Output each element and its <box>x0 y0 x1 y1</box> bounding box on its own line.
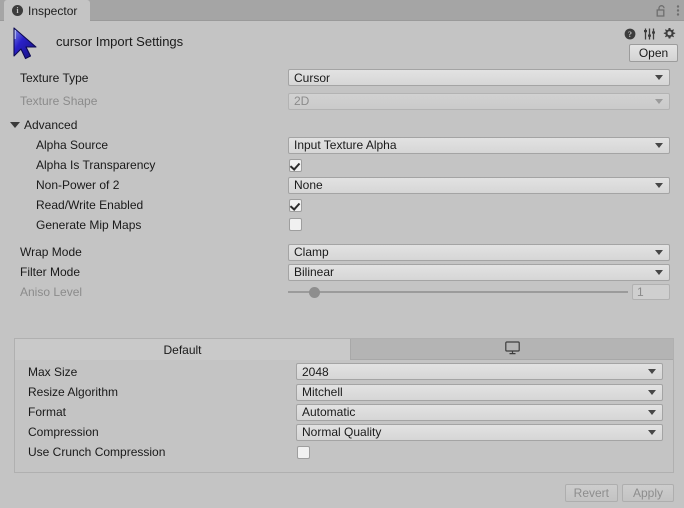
page-title: cursor Import Settings <box>56 34 184 49</box>
chevron-down-icon <box>655 75 663 80</box>
label-compression: Compression <box>28 425 99 439</box>
label-generate-mip-maps: Generate Mip Maps <box>36 218 142 232</box>
tab-default[interactable]: Default <box>15 339 351 360</box>
platform-rows: Max Size 2048 Resize Algorithm Mitchell … <box>15 361 673 462</box>
label-alpha-source: Alpha Source <box>36 138 109 152</box>
row-alpha-is-transparency: Alpha Is Transparency <box>0 155 684 175</box>
tab-inspector-label: Inspector <box>28 3 78 18</box>
chevron-down-icon <box>655 142 663 148</box>
apply-button[interactable]: Apply <box>622 484 674 502</box>
label-wrap-mode: Wrap Mode <box>20 245 82 259</box>
dropdown-alpha-source[interactable]: Input Texture Alpha <box>288 136 670 154</box>
chevron-down-icon <box>655 182 663 188</box>
dropdown-format-value: Automatic <box>302 405 356 419</box>
info-icon: i <box>12 5 23 16</box>
gear-icon[interactable] <box>663 27 676 43</box>
dropdown-texture-shape: 2D <box>288 92 670 110</box>
label-texture-type: Texture Type <box>20 70 89 85</box>
dropdown-max-size-value: 2048 <box>302 364 329 379</box>
chevron-down-icon <box>655 98 663 104</box>
chevron-down-icon <box>648 429 656 435</box>
row-texture-type: Texture Type Cursor <box>0 67 684 88</box>
label-texture-shape: Texture Shape <box>20 94 98 108</box>
dropdown-max-size[interactable]: 2048 <box>296 363 663 380</box>
input-aniso-level-value[interactable]: 1 <box>632 284 670 300</box>
cursor-arrow-icon <box>8 25 46 63</box>
inspector-window: i Inspector cursor Import Settings ? Ope… <box>0 0 684 508</box>
tab-default-label: Default <box>163 342 202 357</box>
dropdown-wrap-mode-value: Clamp <box>294 245 329 259</box>
label-read-write-enabled: Read/Write Enabled <box>36 198 144 212</box>
open-button[interactable]: Open <box>629 44 678 62</box>
dropdown-filter-mode[interactable]: Bilinear <box>288 263 670 281</box>
dropdown-non-power-of-2[interactable]: None <box>288 176 670 194</box>
row-compression: Compression Normal Quality <box>15 422 673 442</box>
platform-settings-panel: Default Max Size 2048 Resize Algorithm M… <box>14 338 674 473</box>
slider-aniso-level-track[interactable] <box>288 291 628 293</box>
label-filter-mode: Filter Mode <box>20 265 81 279</box>
row-resize-algorithm: Resize Algorithm Mitchell <box>15 382 673 402</box>
dropdown-wrap-mode[interactable]: Clamp <box>288 243 670 261</box>
label-aniso-level: Aniso Level <box>20 285 83 299</box>
preset-sliders-icon[interactable] <box>643 28 656 43</box>
row-max-size: Max Size 2048 <box>15 361 673 382</box>
dropdown-compression[interactable]: Normal Quality <box>296 423 663 441</box>
row-aniso-level: Aniso Level 1 <box>0 282 684 302</box>
dropdown-alpha-source-value: Input Texture Alpha <box>294 138 397 152</box>
help-icon[interactable]: ? <box>624 28 636 43</box>
label-non-power-of-2: Non-Power of 2 <box>36 178 120 192</box>
chevron-down-icon <box>648 409 656 415</box>
row-generate-mip-maps: Generate Mip Maps <box>0 215 684 242</box>
row-alpha-source: Alpha Source Input Texture Alpha <box>0 135 684 155</box>
asset-header: cursor Import Settings ? Open <box>0 21 684 67</box>
chevron-down-icon <box>648 389 656 395</box>
dropdown-texture-type-value: Cursor <box>294 70 331 85</box>
label-format: Format <box>28 405 67 419</box>
checkbox-read-write-enabled[interactable] <box>289 198 302 212</box>
label-use-crunch-compression: Use Crunch Compression <box>28 445 166 459</box>
vertical-dots-icon[interactable] <box>676 4 680 17</box>
chevron-down-icon <box>655 249 663 255</box>
slider-aniso-level-handle[interactable] <box>309 287 320 298</box>
foldout-advanced[interactable]: Advanced <box>0 114 684 135</box>
dropdown-texture-type[interactable]: Cursor <box>288 69 670 86</box>
revert-button[interactable]: Revert <box>564 484 618 502</box>
dropdown-compression-value: Normal Quality <box>302 425 382 439</box>
checkbox-alpha-is-transparency[interactable] <box>289 158 302 172</box>
dropdown-resize-algorithm[interactable]: Mitchell <box>296 383 663 401</box>
tabbar-controls <box>656 0 680 21</box>
label-resize-algorithm: Resize Algorithm <box>28 385 119 399</box>
chevron-down-icon <box>655 269 663 275</box>
tab-inspector[interactable]: i Inspector <box>4 0 90 21</box>
window-tabbar: i Inspector <box>0 0 684 21</box>
dropdown-filter-mode-value: Bilinear <box>294 265 335 279</box>
row-non-power-of-2: Non-Power of 2 None <box>0 175 684 195</box>
checkbox-generate-mip-maps[interactable] <box>289 218 302 231</box>
row-format: Format Automatic <box>15 402 673 422</box>
row-filter-mode: Filter Mode Bilinear <box>0 262 684 282</box>
foldout-advanced-label: Advanced <box>24 117 78 132</box>
checkbox-use-crunch-compression[interactable] <box>297 445 310 459</box>
settings-rows: Texture Type Cursor Texture Shape 2D Adv… <box>0 67 684 302</box>
row-wrap-mode: Wrap Mode Clamp <box>0 242 684 262</box>
dropdown-resize-algorithm-value: Mitchell <box>302 385 343 399</box>
label-alpha-is-transparency: Alpha Is Transparency <box>36 158 156 172</box>
monitor-icon <box>504 340 520 358</box>
label-max-size: Max Size <box>28 364 78 379</box>
row-use-crunch-compression: Use Crunch Compression <box>15 442 673 462</box>
chevron-down-icon <box>648 369 656 374</box>
lock-open-icon[interactable] <box>656 4 667 17</box>
row-texture-shape: Texture Shape 2D <box>0 88 684 114</box>
tab-standalone[interactable] <box>351 339 673 360</box>
platform-tabs: Default <box>15 339 673 360</box>
chevron-down-icon <box>10 122 20 128</box>
footer-buttons: Revert Apply <box>564 484 674 502</box>
dropdown-format[interactable]: Automatic <box>296 403 663 421</box>
dropdown-texture-shape-value: 2D <box>294 94 310 108</box>
row-read-write-enabled: Read/Write Enabled <box>0 195 684 215</box>
header-icon-group: ? <box>624 27 676 43</box>
dropdown-non-power-of-2-value: None <box>294 178 323 192</box>
svg-text:?: ? <box>628 30 632 39</box>
